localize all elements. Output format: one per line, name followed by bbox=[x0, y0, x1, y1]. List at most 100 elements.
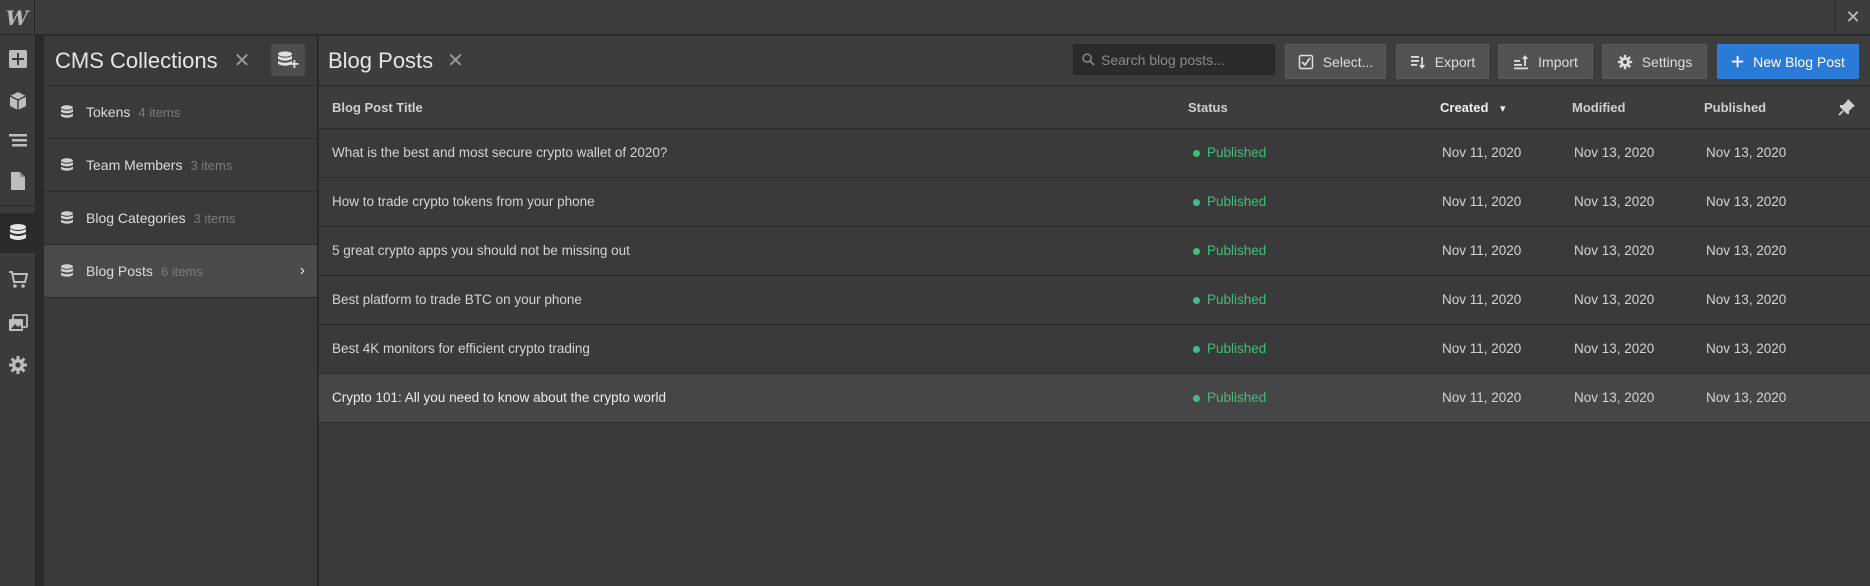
add-collection-button[interactable] bbox=[271, 44, 305, 76]
gear-icon bbox=[9, 356, 27, 374]
blog-posts-header: Blog Posts ✕ Select... Export Import Set… bbox=[319, 36, 1870, 86]
table-row[interactable]: Best platform to trade BTC on your phone… bbox=[319, 276, 1870, 325]
status-badge: Published bbox=[1192, 292, 1267, 307]
assets-icon bbox=[9, 314, 28, 331]
column-header-created-label: Created bbox=[1440, 100, 1489, 115]
collection-name: Blog Categories bbox=[86, 210, 186, 226]
settings-label: Settings bbox=[1641, 53, 1693, 70]
export-button[interactable]: Export bbox=[1396, 44, 1489, 79]
settings-panel-button[interactable] bbox=[0, 345, 36, 385]
navigator-panel-button[interactable] bbox=[0, 121, 36, 161]
status-badge: Published bbox=[1192, 194, 1267, 209]
table-row[interactable]: Best 4K monitors for efficient crypto tr… bbox=[319, 325, 1870, 374]
select-label: Select... bbox=[1322, 53, 1374, 70]
export-icon bbox=[1410, 55, 1425, 69]
collections-title: CMS Collections bbox=[55, 47, 218, 73]
close-icon[interactable]: ✕ bbox=[1835, 0, 1870, 35]
blog-posts-panel: Blog Posts ✕ Select... Export Import Set… bbox=[319, 36, 1870, 586]
row-created: Nov 11, 2020 bbox=[1442, 194, 1522, 209]
column-header-modified[interactable]: Modified bbox=[1572, 100, 1625, 115]
import-icon bbox=[1514, 54, 1529, 69]
import-label: Import bbox=[1538, 53, 1578, 70]
symbols-panel-button[interactable] bbox=[0, 81, 36, 121]
row-title: Best 4K monitors for efficient crypto tr… bbox=[332, 341, 590, 356]
search-input[interactable] bbox=[1101, 51, 1271, 68]
row-created: Nov 11, 2020 bbox=[1442, 292, 1522, 307]
ecommerce-panel-button[interactable] bbox=[0, 259, 36, 299]
table-row[interactable]: Crypto 101: All you need to know about t… bbox=[319, 374, 1870, 423]
row-created: Nov 11, 2020 bbox=[1442, 390, 1522, 405]
row-published: Nov 13, 2020 bbox=[1706, 194, 1787, 209]
webflow-logo[interactable]: W bbox=[0, 0, 35, 35]
new-blog-post-button[interactable]: New Blog Post bbox=[1717, 44, 1859, 79]
gear-icon bbox=[1617, 54, 1632, 69]
column-header-status[interactable]: Status bbox=[1188, 100, 1228, 115]
row-modified: Nov 13, 2020 bbox=[1574, 292, 1655, 307]
import-button[interactable]: Import bbox=[1498, 44, 1593, 79]
add-database-icon bbox=[278, 51, 299, 68]
collection-name: Team Members bbox=[86, 157, 183, 173]
close-blog-posts-icon[interactable]: ✕ bbox=[447, 48, 464, 73]
row-created: Nov 11, 2020 bbox=[1442, 243, 1522, 258]
row-modified: Nov 13, 2020 bbox=[1574, 390, 1655, 405]
collection-name: Tokens bbox=[86, 104, 131, 120]
page-title: Blog Posts bbox=[328, 47, 434, 73]
settings-button[interactable]: Settings bbox=[1602, 44, 1707, 79]
status-badge: Published bbox=[1192, 341, 1267, 356]
row-modified: Nov 13, 2020 bbox=[1574, 145, 1655, 160]
collection-item-tokens[interactable]: Tokens 4 items bbox=[44, 86, 317, 139]
chevron-right-icon: › bbox=[299, 262, 305, 279]
row-title: Crypto 101: All you need to know about t… bbox=[332, 390, 666, 405]
collection-item-blog-categories[interactable]: Blog Categories 3 items bbox=[44, 192, 317, 245]
new-blog-post-label: New Blog Post bbox=[1753, 53, 1845, 70]
close-collections-icon[interactable]: ✕ bbox=[234, 48, 251, 73]
column-header-title[interactable]: Blog Post Title bbox=[332, 100, 423, 115]
add-panel-button[interactable] bbox=[0, 39, 36, 79]
column-header-created[interactable]: Created ▾ bbox=[1440, 100, 1506, 115]
pin-icon[interactable] bbox=[1838, 98, 1856, 116]
collections-panel: CMS Collections ✕ Tokens 4 items Team Me… bbox=[44, 36, 318, 586]
search-icon bbox=[1082, 53, 1095, 66]
row-title: How to trade crypto tokens from your pho… bbox=[332, 194, 595, 209]
row-published: Nov 13, 2020 bbox=[1706, 390, 1787, 405]
row-published: Nov 13, 2020 bbox=[1706, 292, 1787, 307]
table-row[interactable]: What is the best and most secure crypto … bbox=[319, 129, 1870, 178]
collections-header: CMS Collections ✕ bbox=[44, 36, 317, 86]
pages-icon bbox=[11, 172, 25, 190]
collection-item-blog-posts[interactable]: Blog Posts 6 items › bbox=[44, 245, 317, 298]
collection-count: 3 items bbox=[193, 210, 236, 226]
table-row[interactable]: 5 great crypto apps you should not be mi… bbox=[319, 227, 1870, 276]
checkbox-icon bbox=[1298, 54, 1313, 69]
database-icon bbox=[61, 158, 73, 171]
table-row[interactable]: How to trade crypto tokens from your pho… bbox=[319, 178, 1870, 227]
status-badge: Published bbox=[1192, 390, 1267, 405]
cube-icon bbox=[9, 92, 27, 110]
add-icon bbox=[9, 50, 27, 68]
pages-panel-button[interactable] bbox=[0, 161, 36, 201]
cms-icon bbox=[10, 224, 26, 240]
row-modified: Nov 13, 2020 bbox=[1574, 194, 1655, 209]
top-bar: W ✕ bbox=[0, 0, 1870, 35]
search-box bbox=[1073, 44, 1275, 75]
cms-panel-button[interactable] bbox=[0, 213, 36, 253]
plus-icon bbox=[1731, 55, 1744, 68]
row-created: Nov 11, 2020 bbox=[1442, 145, 1522, 160]
row-published: Nov 13, 2020 bbox=[1706, 243, 1787, 258]
row-published: Nov 13, 2020 bbox=[1706, 341, 1787, 356]
row-title: 5 great crypto apps you should not be mi… bbox=[332, 243, 630, 258]
tool-rail bbox=[0, 35, 36, 586]
row-modified: Nov 13, 2020 bbox=[1574, 243, 1655, 258]
select-button[interactable]: Select... bbox=[1285, 44, 1386, 79]
status-badge: Published bbox=[1192, 145, 1267, 160]
row-published: Nov 13, 2020 bbox=[1706, 145, 1787, 160]
export-label: Export bbox=[1434, 53, 1476, 70]
assets-panel-button[interactable] bbox=[0, 303, 36, 343]
database-icon bbox=[61, 105, 73, 118]
collection-item-team-members[interactable]: Team Members 3 items bbox=[44, 139, 317, 192]
database-icon bbox=[61, 211, 73, 224]
database-icon bbox=[61, 264, 73, 277]
row-created: Nov 11, 2020 bbox=[1442, 341, 1522, 356]
row-modified: Nov 13, 2020 bbox=[1574, 341, 1655, 356]
ecommerce-icon bbox=[9, 271, 28, 288]
column-header-published[interactable]: Published bbox=[1704, 100, 1766, 115]
